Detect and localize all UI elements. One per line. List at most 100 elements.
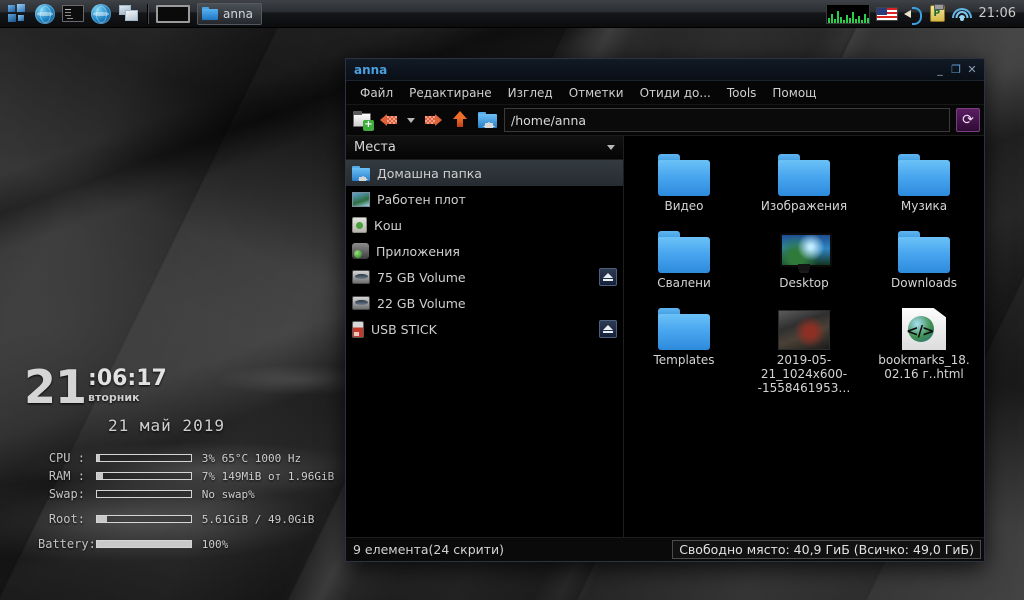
file-item-video[interactable]: Видео — [624, 146, 744, 217]
history-dropdown-button[interactable] — [404, 108, 418, 132]
taskbar-window-anna[interactable]: anna — [197, 2, 262, 25]
conky-cpu-bar — [95, 449, 192, 467]
launcher-applications-menu[interactable] — [4, 2, 30, 26]
menu-bar[interactable]: Файл Редактиране Изглед Отметки Отиди до… — [346, 81, 984, 105]
launcher-terminal[interactable] — [60, 2, 86, 26]
up-button[interactable] — [448, 108, 472, 132]
file-item-bookmarks-html[interactable]: bookmarks_18.02.16 г..html — [864, 300, 984, 399]
file-item-label: Изображения — [760, 199, 848, 213]
desktop-icon — [352, 191, 370, 207]
toolbar[interactable]: ⟳ — [346, 105, 984, 135]
menu-go[interactable]: Отиди до... — [632, 83, 719, 103]
menu-edit[interactable]: Редактиране — [401, 83, 500, 103]
menu-bookmarks[interactable]: Отметки — [561, 83, 632, 103]
file-item-desktop[interactable]: Desktop — [744, 223, 864, 294]
file-item-screenshot[interactable]: 2019-05-21_1024x600--1558461953… — [744, 300, 864, 399]
file-item-downloads[interactable]: Downloads — [864, 223, 984, 294]
maximize-button[interactable]: ❐ — [948, 62, 964, 78]
folder-icon — [896, 150, 952, 196]
menu-file[interactable]: Файл — [352, 83, 401, 103]
conky-row-swap: Swap: No swap% — [24, 485, 334, 503]
close-button[interactable]: ✕ — [964, 62, 980, 78]
eject-button[interactable] — [599, 268, 617, 286]
conky-hour: 21 — [24, 360, 87, 414]
menu-help[interactable]: Помощ — [764, 83, 824, 103]
conky-root-label: Root: — [48, 512, 85, 526]
file-item-pictures[interactable]: Изображения — [744, 146, 864, 217]
file-list-pane[interactable]: Видео Изображения Музика Свалени Desktop — [624, 136, 984, 537]
globe-icon — [35, 3, 55, 24]
sidebar-item-label: Кош — [374, 217, 402, 233]
file-item-label: Downloads — [891, 276, 957, 290]
home-button[interactable] — [475, 108, 499, 132]
places-title: Места — [354, 140, 396, 155]
sidebar-item-home[interactable]: Домашна папка — [346, 160, 623, 186]
system-tray[interactable]: 21:06 — [825, 0, 1024, 27]
conky-row-battery: Battery: 100% — [24, 528, 334, 553]
menu-view[interactable]: Изглед — [500, 83, 561, 103]
menu-tools[interactable]: Tools — [719, 83, 765, 103]
places-sidebar[interactable]: Места Домашна папка Работен плот Кош При… — [346, 136, 624, 537]
cpu-graph-icon[interactable] — [825, 3, 870, 24]
file-item-label: Видео — [664, 199, 704, 213]
usb-icon — [352, 320, 364, 338]
conky-battery-value: 100% — [201, 537, 229, 551]
eject-button[interactable] — [599, 320, 617, 338]
file-item-label: 2019-05-21_1024x600--1558461953… — [757, 353, 851, 395]
status-bar: 9 елемента(24 скрити) Свободно място: 40… — [346, 537, 984, 561]
us-flag-icon[interactable] — [875, 6, 898, 21]
panel-clock[interactable]: 21:06 — [979, 6, 1016, 21]
sidebar-item-label: 22 GB Volume — [377, 295, 466, 311]
sidebar-item-applications[interactable]: Приложения — [346, 238, 623, 264]
sidebar-item-trash[interactable]: Кош — [346, 212, 623, 238]
windows-icon — [119, 5, 139, 22]
folder-icon — [656, 304, 712, 350]
path-input[interactable] — [505, 112, 949, 128]
sidebar-item-label: 75 GB Volume — [377, 269, 466, 285]
show-desktop-icon — [156, 4, 190, 23]
file-manager-window[interactable]: anna _ ❐ ✕ Файл Редактиране Изглед Отмет… — [345, 58, 985, 562]
html-file-icon — [896, 304, 952, 350]
sidebar-item-desktop[interactable]: Работен плот — [346, 186, 623, 212]
conky-battery-bar — [95, 528, 192, 553]
file-item-downloads-bg[interactable]: Свалени — [624, 223, 744, 294]
minimize-button[interactable]: _ — [932, 62, 948, 78]
forward-button[interactable] — [421, 108, 445, 132]
sidebar-item-usb-stick[interactable]: USB STICK — [346, 316, 623, 342]
new-window-button[interactable] — [350, 108, 374, 132]
file-item-label: Templates — [653, 353, 715, 367]
conky-swap-label: Swap: — [48, 487, 85, 501]
folder-icon — [656, 227, 712, 273]
chevron-down-icon[interactable] — [607, 145, 615, 150]
show-desktop-button[interactable] — [153, 2, 193, 26]
launcher-window-list[interactable] — [116, 2, 142, 26]
places-header[interactable]: Места — [346, 136, 623, 160]
trash-icon — [352, 217, 367, 233]
path-bar[interactable] — [504, 108, 950, 132]
home-folder-icon — [477, 112, 497, 128]
reload-button[interactable]: ⟳ — [956, 108, 980, 132]
back-button[interactable] — [377, 108, 401, 132]
speaker-icon[interactable] — [903, 6, 924, 25]
window-title: anna — [354, 62, 388, 77]
wifi-icon[interactable] — [951, 6, 973, 22]
launcher-browser-2[interactable] — [88, 2, 114, 26]
launcher-web-browser[interactable] — [32, 2, 58, 26]
sidebar-item-volume-75gb[interactable]: 75 GB Volume — [346, 264, 623, 290]
sidebar-item-label: Домашна папка — [377, 165, 482, 181]
sidebar-item-label: USB STICK — [371, 321, 437, 337]
conky-battery-label: Battery: — [38, 537, 96, 551]
apps-grid-icon — [7, 4, 27, 23]
file-item-music[interactable]: Музика — [864, 146, 984, 217]
window-titlebar[interactable]: anna _ ❐ ✕ — [346, 59, 984, 81]
folder-icon — [776, 150, 832, 196]
conky-swap-value: No swap% — [201, 487, 255, 501]
sidebar-item-volume-22gb[interactable]: 22 GB Volume — [346, 290, 623, 316]
conky-minutes-seconds: :06:17 — [88, 366, 167, 391]
file-item-label: Музика — [900, 199, 948, 213]
top-panel[interactable]: anna 21:06 — [0, 0, 1024, 28]
file-item-templates[interactable]: Templates — [624, 300, 744, 399]
clipboard-icon[interactable] — [929, 4, 945, 22]
home-folder-icon — [352, 165, 370, 181]
reload-icon: ⟳ — [962, 112, 974, 128]
